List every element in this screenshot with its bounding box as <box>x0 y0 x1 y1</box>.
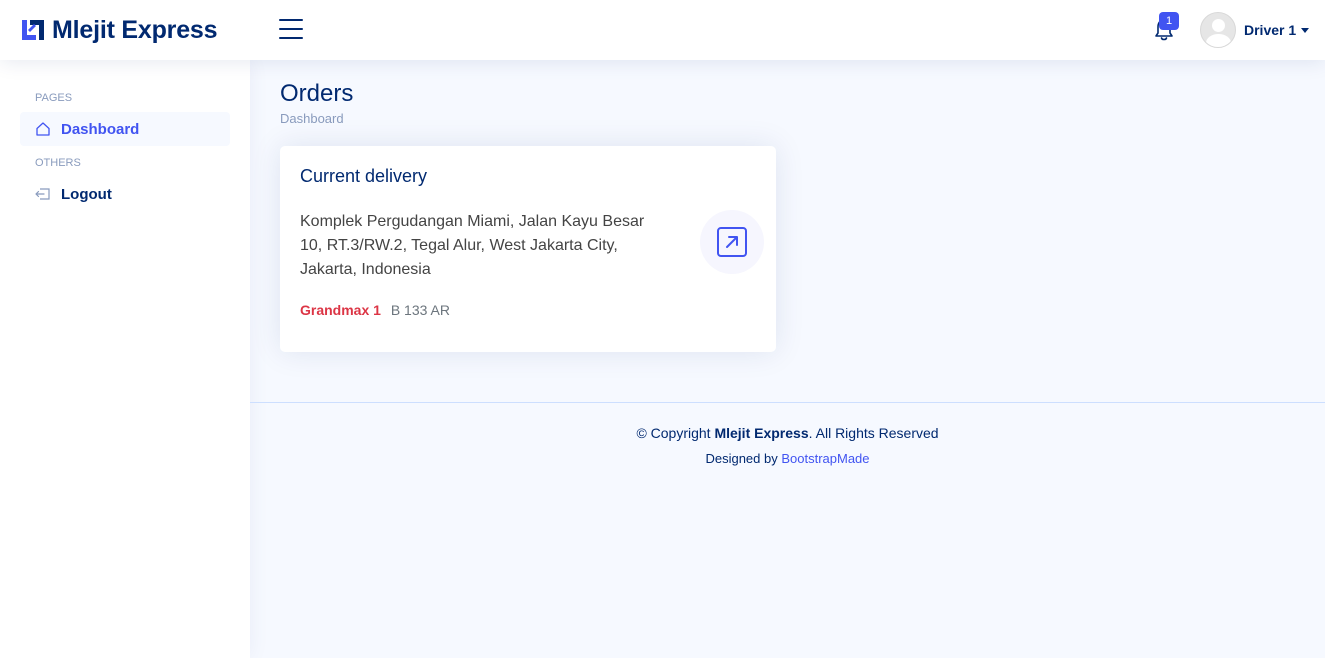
vehicle-name: Grandmax 1 <box>300 302 381 318</box>
notification-badge: 1 <box>1159 12 1179 30</box>
copyright-brand: Mlejit Express <box>714 425 809 441</box>
footer-credits: Designed by BootstrapMade <box>250 451 1325 466</box>
avatar <box>1200 12 1236 48</box>
current-delivery-card: Current delivery Komplek Pergudangan Mia… <box>280 146 776 352</box>
footer-divider <box>250 402 1325 403</box>
hamburger-line <box>279 19 303 21</box>
brand-name: Mlejit Express <box>52 15 218 44</box>
copyright-prefix: © Copyright <box>636 425 711 441</box>
vehicle-plate: B 133 AR <box>390 302 450 318</box>
toggle-sidebar-button[interactable] <box>279 19 303 41</box>
copyright-suffix: . All Rights Reserved <box>808 425 939 441</box>
open-delivery-button[interactable] <box>700 210 764 274</box>
user-name: Driver 1 <box>1244 22 1297 38</box>
breadcrumb[interactable]: Dashboard <box>280 111 344 126</box>
nav-heading-pages: PAGES <box>35 92 73 104</box>
top-header: Mlejit Express 1 Driver 1 <box>0 0 1325 60</box>
sidebar-item-label: Dashboard <box>61 120 140 138</box>
designer-link[interactable]: BootstrapMade <box>781 451 869 466</box>
nav-heading-others: OTHERS <box>35 157 81 169</box>
sidebar-item-dashboard[interactable]: Dashboard <box>20 112 230 146</box>
vehicle-info: Grandmax 1 B 133 AR <box>300 302 450 318</box>
sidebar-item-logout[interactable]: Logout <box>20 177 230 211</box>
profile-dropdown[interactable]: Driver 1 <box>1200 12 1310 48</box>
brand-logo[interactable]: Mlejit Express <box>20 15 218 44</box>
hamburger-line <box>279 37 303 39</box>
hamburger-line <box>279 28 303 30</box>
delivery-address: Komplek Pergudangan Miami, Jalan Kayu Be… <box>300 213 645 278</box>
card-title: Current delivery <box>300 166 428 186</box>
footer-copyright: © Copyright Mlejit Express. All Rights R… <box>250 425 1325 441</box>
chevron-down-icon <box>1301 27 1310 33</box>
arrow-up-right-square-icon <box>717 227 747 257</box>
logout-icon <box>35 188 50 200</box>
sidebar-item-label: Logout <box>61 185 112 203</box>
house-icon <box>36 122 50 136</box>
designed-by-label: Designed by <box>705 451 778 466</box>
page-title: Orders <box>280 80 354 107</box>
sidebar: PAGES Dashboard OTHERS Logout <box>0 60 250 658</box>
logo-icon <box>22 20 44 40</box>
